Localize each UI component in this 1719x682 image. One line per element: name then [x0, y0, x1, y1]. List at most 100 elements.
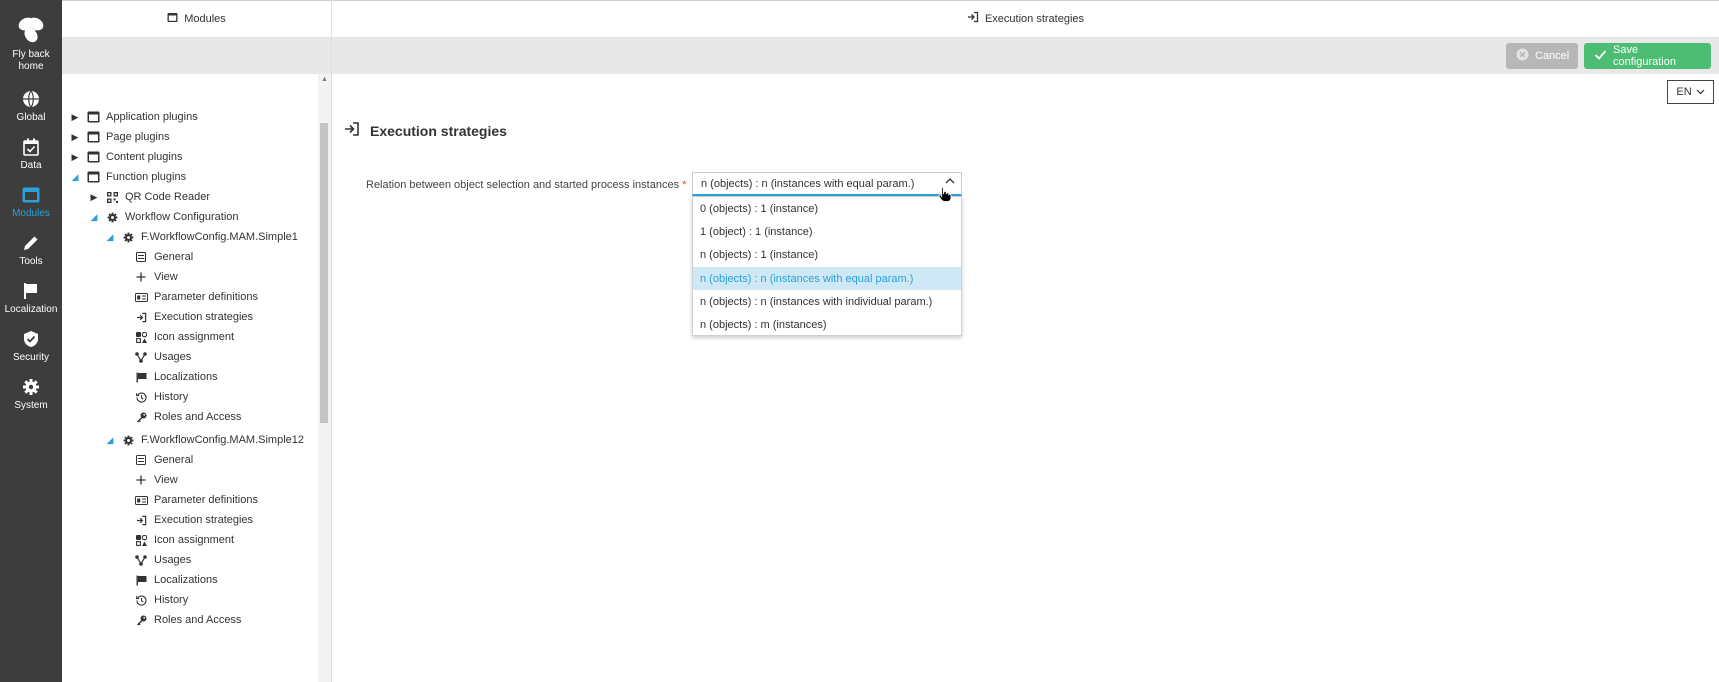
fly-back-home-label: Fly back home: [12, 49, 50, 72]
rail-item-modules[interactable]: Modules: [0, 178, 62, 226]
tab-label: Execution strategies: [984, 12, 1085, 25]
rail-item-system[interactable]: System: [0, 370, 62, 418]
tree-node[interactable]: Localizations: [134, 367, 218, 387]
flag-icon: [134, 370, 148, 384]
rail-item-global[interactable]: Global: [0, 82, 62, 130]
rail-item-data[interactable]: Data: [0, 130, 62, 178]
tree-node-label: Usages: [154, 554, 192, 566]
param-icon: [134, 290, 148, 304]
window-icon: [20, 184, 42, 206]
tree-node[interactable]: History: [134, 590, 188, 610]
tree-node[interactable]: Roles and Access: [134, 407, 241, 427]
collapsed-triangle-icon[interactable]: ▶: [70, 152, 80, 163]
expanded-triangle-icon[interactable]: ◢: [105, 435, 115, 446]
bee-logo-icon: [14, 13, 48, 47]
tree-node[interactable]: ◢ F.WorkflowConfig.MAM.Simple12: [105, 430, 304, 450]
collapsed-triangle-icon[interactable]: ▶: [70, 112, 80, 123]
relation-option[interactable]: n (objects) : 1 (instance): [693, 244, 961, 267]
tree-node[interactable]: General: [134, 247, 193, 267]
tree-node[interactable]: Parameter definitions: [134, 287, 258, 307]
cancel-button[interactable]: Cancel: [1506, 43, 1578, 69]
tree-node[interactable]: Execution strategies: [134, 307, 253, 327]
tree-node-label: Usages: [154, 351, 192, 363]
tree-node[interactable]: General: [134, 450, 193, 470]
close-circle-icon: [1516, 48, 1529, 64]
window-icon: [86, 170, 100, 184]
language-select[interactable]: EN: [1667, 80, 1714, 104]
plus-icon: [134, 473, 148, 487]
tree-node[interactable]: View: [134, 470, 178, 490]
share-nodes-icon: [134, 350, 148, 364]
scrollbar-thumb[interactable]: [320, 123, 328, 423]
tree-node[interactable]: Usages: [134, 550, 191, 570]
tree-node[interactable]: ▶ Page plugins: [70, 127, 170, 147]
relation-option-selected[interactable]: n (objects) : n (instances with equal pa…: [693, 266, 961, 291]
tree-node[interactable]: History: [134, 387, 188, 407]
tab-execution-strategies[interactable]: Execution strategies: [332, 0, 1719, 38]
tree-node-label: History: [154, 594, 189, 606]
tree-node-label: Icon assignment: [154, 331, 235, 343]
tree-node-label: Icon assignment: [154, 534, 235, 546]
relation-option[interactable]: 1 (object) : 1 (instance): [693, 220, 961, 243]
tree-node[interactable]: View: [134, 267, 178, 287]
tree-node-label: Page plugins: [106, 131, 170, 143]
sign-in-icon: [134, 513, 148, 527]
tree-node[interactable]: Icon assignment: [134, 530, 234, 550]
expanded-triangle-icon[interactable]: ◢: [70, 172, 80, 183]
relation-option[interactable]: n (objects) : n (instances with individu…: [693, 290, 961, 313]
editor-toolbar: Cancel Save configuration: [332, 38, 1719, 74]
relation-option[interactable]: n (objects) : m (instances): [693, 313, 961, 336]
tree-node-label: F.WorkflowConfig.MAM.Simple12: [141, 434, 305, 446]
module-tree: ▶ Application plugins ▶ Page plugins ▶ Conten…: [62, 74, 332, 682]
icon-assign-icon: [134, 533, 148, 547]
key-icon: [134, 613, 148, 627]
tree-node[interactable]: Parameter definitions: [134, 490, 258, 510]
tree-node[interactable]: ▶ Content plugins: [70, 147, 183, 167]
tree-node-label: Parameter definitions: [154, 494, 258, 506]
window-icon: [86, 150, 100, 164]
tree-node[interactable]: ▶ Application plugins: [70, 107, 198, 127]
tree-node[interactable]: Icon assignment: [134, 327, 234, 347]
gear-icon: [20, 376, 42, 398]
tree-node-label: View: [154, 474, 178, 486]
rail-item-label: Modules: [12, 208, 50, 219]
rail-item-label: Data: [20, 160, 42, 171]
collapsed-triangle-icon[interactable]: ▶: [70, 132, 80, 143]
tree-node[interactable]: ◢ Workflow Configuration: [89, 207, 239, 227]
rail-item-security[interactable]: Security: [0, 322, 62, 370]
save-configuration-button[interactable]: Save configuration: [1584, 43, 1711, 69]
relation-select[interactable]: n (objects) : n (instances with equal pa…: [692, 172, 962, 196]
tree-node-label: Roles and Access: [154, 614, 242, 626]
tree-node[interactable]: Usages: [134, 347, 191, 367]
window-icon: [86, 130, 100, 144]
rail-item-localization[interactable]: Localization: [0, 274, 62, 322]
cancel-label: Cancel: [1535, 50, 1570, 62]
qr-icon: [105, 190, 119, 204]
collapsed-triangle-icon[interactable]: ▶: [89, 192, 99, 203]
tab-modules[interactable]: Modules: [62, 0, 332, 38]
expanded-triangle-icon[interactable]: ◢: [105, 232, 115, 243]
tree-node[interactable]: Roles and Access: [134, 610, 241, 630]
tree-node[interactable]: ◢ Function plugins: [70, 167, 187, 187]
main-navigation-rail: Fly back home Global Data Modules Tools …: [0, 0, 62, 682]
tree-node[interactable]: ◢ F.WorkflowConfig.MAM.Simple1: [105, 227, 298, 247]
page-title: Execution strategies: [344, 121, 507, 140]
tree-node[interactable]: ▶ QR Code Reader: [89, 187, 210, 207]
flag-icon: [134, 573, 148, 587]
relation-select-value: n (objects) : n (instances with equal pa…: [701, 177, 915, 190]
expanded-triangle-icon[interactable]: ◢: [89, 212, 99, 223]
fly-back-home-button[interactable]: Fly back home: [0, 0, 62, 82]
icon-assign-icon: [134, 330, 148, 344]
history-icon: [134, 390, 148, 404]
calendar-check-icon: [20, 136, 42, 158]
tree-scrollbar[interactable]: ▲: [318, 74, 331, 682]
tree-toolbar: [62, 38, 332, 74]
sign-in-icon: [344, 121, 360, 140]
tree-node-label: History: [154, 391, 189, 403]
relation-option[interactable]: 0 (objects) : 1 (instance): [693, 197, 961, 220]
tree-node[interactable]: Localizations: [134, 570, 218, 590]
tree-node[interactable]: Execution strategies: [134, 510, 253, 530]
rail-item-tools[interactable]: Tools: [0, 226, 62, 274]
scroll-up-arrow-icon[interactable]: ▲: [321, 76, 328, 83]
window-icon: [86, 110, 100, 124]
